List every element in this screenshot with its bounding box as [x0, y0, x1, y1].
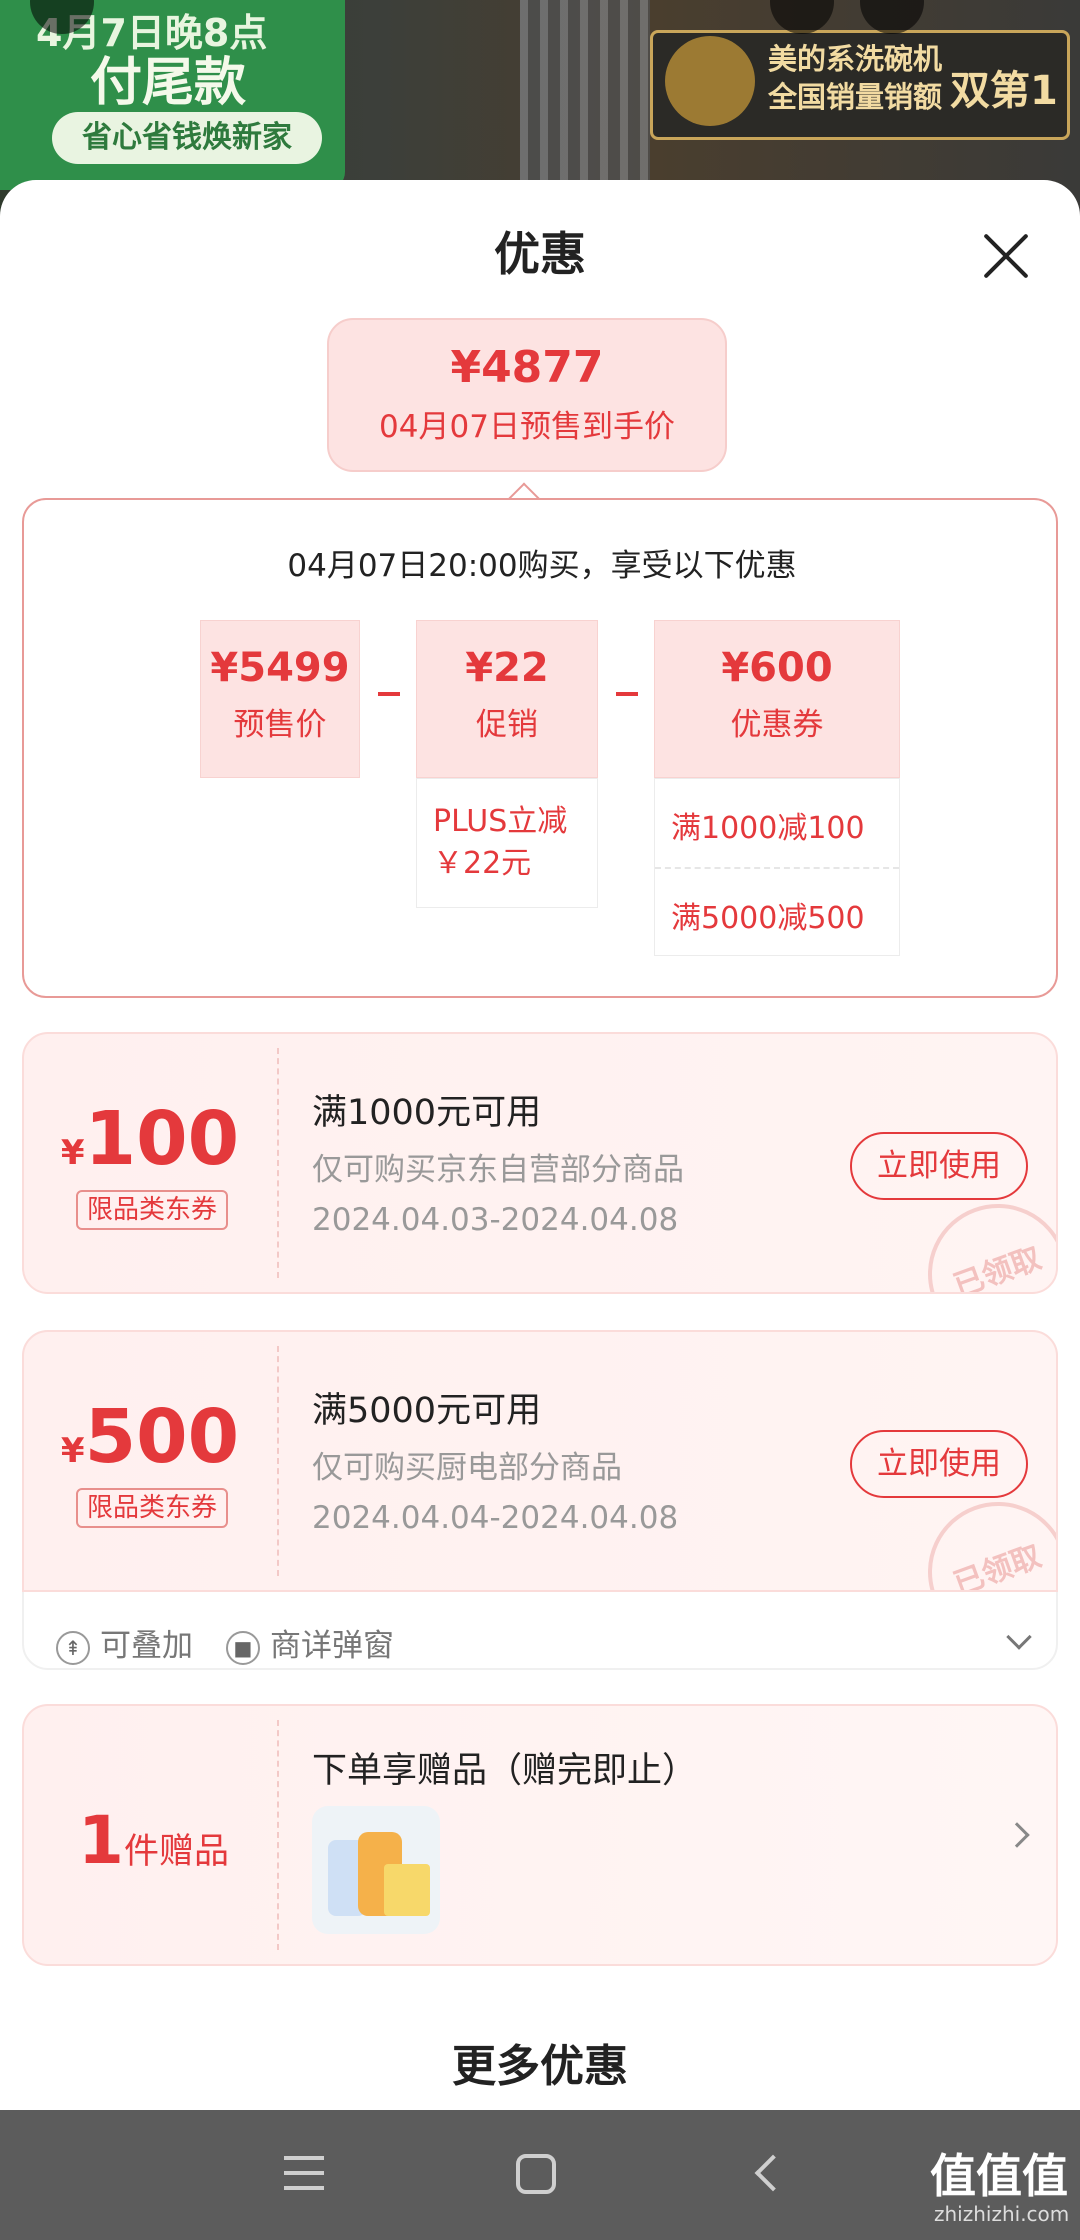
coupon-detail-list: 满1000减100 满5000减500 — [654, 778, 900, 956]
coupon-type-tag: 限品类东券 — [76, 1488, 228, 1528]
award-title: 美的系洗碗机 全国销量销额 — [768, 40, 942, 116]
coupon-value: ¥100 — [24, 1096, 276, 1182]
gift-count-number: 1 — [78, 1802, 124, 1879]
gift-product-image[interactable] — [312, 1806, 440, 1934]
coupon-card: ¥500 限品类东券 满5000元可用 仅可购买厨电部分商品 2024.04.0… — [22, 1330, 1058, 1592]
coupon-value-amount: 100 — [84, 1096, 240, 1182]
coupon-condition: 满5000元可用 — [312, 1391, 542, 1431]
chevron-down-icon[interactable] — [1006, 1624, 1032, 1650]
coupon-cell: ¥600 优惠券 — [654, 620, 900, 778]
coupon-group: ¥500 限品类东券 满5000元可用 仅可购买厨电部分商品 2024.04.0… — [22, 1330, 1058, 1670]
cart-button[interactable] — [770, 0, 834, 34]
coupon-detail-item: 满5000减500 — [671, 901, 865, 936]
award-rank: 双第1 — [950, 68, 1058, 114]
promotion-amount: ¥22 — [465, 645, 549, 691]
presale-price-label: 预售价 — [233, 707, 327, 743]
presale-price-cell: ¥5499 预售价 — [200, 620, 360, 778]
trophy-icon — [665, 36, 755, 126]
minus-sign — [616, 692, 638, 696]
claimed-stamp: 已领取 — [908, 1482, 1056, 1590]
dashed-divider — [655, 867, 899, 869]
price-breakdown: 04月07日20:00购买，享受以下优惠 ¥5499 预售价 ¥22 促销 ¥6… — [22, 498, 1058, 998]
presale-price-amount: ¥5499 — [210, 645, 350, 691]
popup-tag: ■ 商详弹窗 — [226, 1620, 394, 1665]
coupon-scope: 仅可购买厨电部分商品 — [312, 1450, 622, 1486]
banner-final-payment-text: 付尾款 — [90, 53, 247, 113]
coupon-type-tag: 限品类东券 — [76, 1190, 228, 1230]
final-price-amount: ¥4877 — [450, 342, 604, 393]
dishwasher-rack-image — [520, 0, 650, 180]
popup-label: 商详弹窗 — [270, 1628, 394, 1664]
coupon-detail-item: 满1000减100 — [671, 811, 865, 846]
coupon-tags-row[interactable]: ⇞ 可叠加 ■ 商详弹窗 — [24, 1620, 1060, 1672]
plus-discount-line2: ￥22元 — [433, 846, 532, 881]
dashed-divider — [277, 1720, 279, 1950]
award-title-line2: 全国销量销额 — [768, 80, 943, 114]
sheet-title: 优惠 — [494, 227, 586, 281]
coupon-label: 优惠券 — [730, 707, 824, 743]
use-now-button[interactable]: 立即使用 — [850, 1430, 1028, 1498]
more-discounts-heading: 更多优惠 — [452, 2041, 628, 2092]
share-button[interactable] — [860, 0, 924, 34]
gift-card[interactable]: 1件赠品 下单享赠品（赠完即止） — [22, 1704, 1058, 1966]
coupon-value: ¥500 — [24, 1394, 276, 1480]
system-nav-bar: 值值值 zhizhizhi.com — [0, 2110, 1080, 2240]
final-price-label: 04月07日预售到手价 — [379, 409, 675, 445]
dashed-divider — [277, 1346, 279, 1576]
plus-discount-line1: PLUS立减 — [433, 804, 568, 839]
detergent-pack-image — [384, 1864, 430, 1916]
plus-discount-detail: PLUS立减 ￥22元 — [416, 778, 598, 908]
breakdown-caption: 04月07日20:00购买，享受以下优惠 — [287, 548, 797, 584]
yen-sign: ¥ — [60, 1133, 85, 1173]
home-icon[interactable] — [516, 2154, 556, 2194]
watermark-logo: 值值值 — [930, 2149, 1068, 2203]
promotion-cell: ¥22 促销 — [416, 620, 598, 778]
gift-count: 1件赠品 — [78, 1802, 229, 1879]
chevron-right-icon[interactable] — [1004, 1822, 1030, 1848]
recent-apps-icon[interactable] — [284, 2156, 324, 2192]
coupon-value-amount: 500 — [84, 1394, 240, 1480]
minus-sign — [378, 692, 400, 696]
claimed-stamp: 已领取 — [908, 1184, 1056, 1292]
coupon-validity: 2024.04.03-2024.04.08 — [312, 1202, 679, 1238]
coupon-scope: 仅可购买京东自营部分商品 — [312, 1152, 684, 1188]
coupon-condition: 满1000元可用 — [312, 1093, 542, 1133]
stackable-tag: ⇞ 可叠加 — [56, 1620, 193, 1665]
popup-icon: ■ — [226, 1630, 260, 1665]
close-icon[interactable] — [980, 224, 1044, 288]
stackable-label: 可叠加 — [100, 1628, 193, 1664]
yen-sign: ¥ — [60, 1431, 85, 1471]
coupon-amount: ¥600 — [721, 645, 833, 691]
gift-count-unit: 件赠品 — [123, 1832, 229, 1872]
coupon-card: ¥100 限品类东券 满1000元可用 仅可购买京东自营部分商品 2024.04… — [22, 1032, 1058, 1294]
watermark-url: zhizhizhi.com — [934, 2202, 1070, 2226]
award-title-line1: 美的系洗碗机 — [768, 42, 943, 76]
final-price-card: ¥4877 04月07日预售到手价 — [327, 318, 727, 472]
promotion-label: 促销 — [476, 707, 538, 743]
dashed-divider — [277, 1048, 279, 1278]
use-now-button[interactable]: 立即使用 — [850, 1132, 1028, 1200]
coupon-validity: 2024.04.04-2024.04.08 — [312, 1500, 679, 1536]
discount-sheet: 优惠 ¥4877 04月07日预售到手价 04月07日20:00购买，享受以下优… — [0, 180, 1080, 2110]
gift-title: 下单享赠品（赠完即止） — [312, 1751, 698, 1791]
banner-slogan-pill: 省心省钱焕新家 — [52, 112, 322, 164]
stack-icon: ⇞ — [56, 1630, 90, 1665]
back-icon[interactable] — [754, 2154, 792, 2192]
